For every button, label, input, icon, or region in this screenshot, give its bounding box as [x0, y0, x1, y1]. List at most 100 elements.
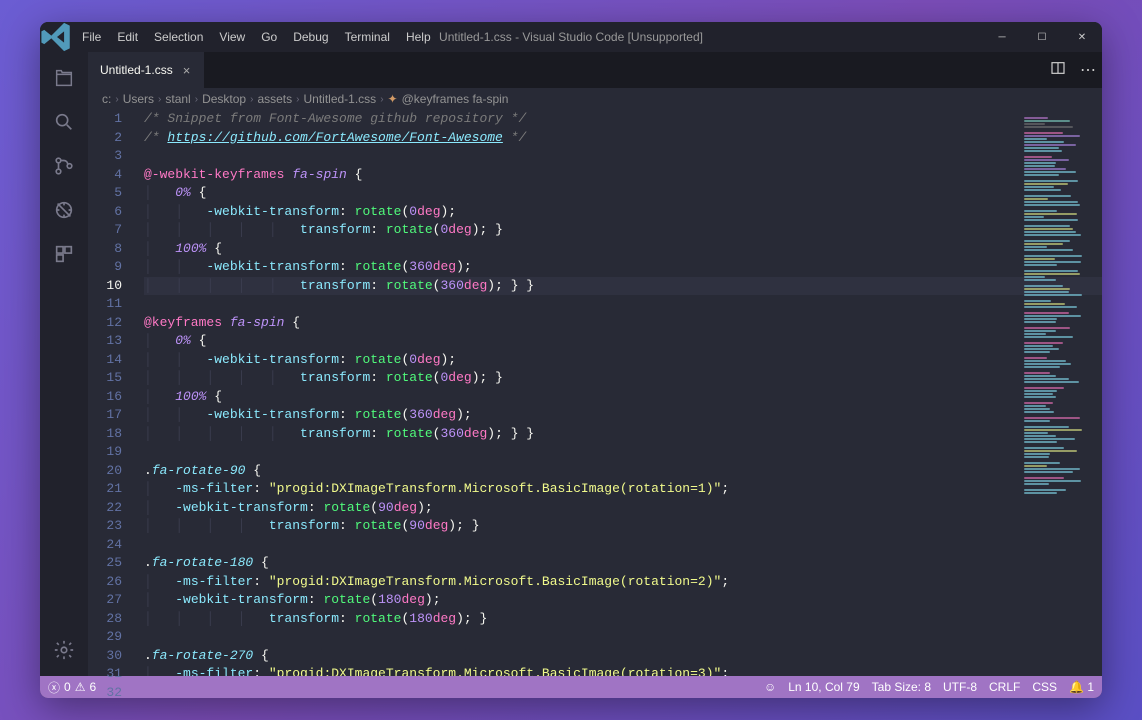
menu-debug[interactable]: Debug: [285, 30, 336, 44]
line-number: 17: [88, 406, 122, 425]
code-line[interactable]: .fa-rotate-90 {: [144, 462, 1102, 481]
tab-close-icon[interactable]: ×: [179, 63, 195, 78]
code-line[interactable]: [144, 536, 1102, 555]
editor[interactable]: 1234567891011121314151617181920212223242…: [88, 110, 1102, 676]
line-number: 31: [88, 665, 122, 684]
explorer-icon[interactable]: [40, 56, 88, 100]
status-notifications-icon[interactable]: 🔔 1: [1069, 680, 1094, 694]
code-line[interactable]: │ │ │ │ transform: rotate(180deg); }: [144, 610, 1102, 629]
code-area[interactable]: /* Snippet from Font-Awesome github repo…: [144, 110, 1102, 676]
code-line[interactable]: │ -webkit-transform: rotate(90deg);: [144, 499, 1102, 518]
chevron-right-icon: ›: [250, 94, 253, 105]
code-line[interactable]: │ 0% {: [144, 184, 1102, 203]
vscode-logo-icon: [40, 22, 74, 54]
code-line[interactable]: │ │ -webkit-transform: rotate(360deg);: [144, 406, 1102, 425]
warning-icon: ⚠: [75, 680, 86, 694]
code-line[interactable]: │ │ │ │ transform: rotate(90deg); }: [144, 517, 1102, 536]
code-line[interactable]: @-webkit-keyframes fa-spin {: [144, 166, 1102, 185]
breadcrumb-segment[interactable]: Untitled-1.css: [303, 92, 376, 106]
line-number: 18: [88, 425, 122, 444]
menu-selection[interactable]: Selection: [146, 30, 211, 44]
line-number: 7: [88, 221, 122, 240]
menu-view[interactable]: View: [211, 30, 253, 44]
code-line[interactable]: [144, 628, 1102, 647]
line-number: 28: [88, 610, 122, 629]
status-feedback-icon[interactable]: ☺: [764, 680, 776, 694]
code-line[interactable]: .fa-rotate-180 {: [144, 554, 1102, 573]
menu-go[interactable]: Go: [253, 30, 285, 44]
line-number: 26: [88, 573, 122, 592]
line-number: 14: [88, 351, 122, 370]
breadcrumb-segment[interactable]: Desktop: [202, 92, 246, 106]
tab-label: Untitled-1.css: [100, 63, 173, 77]
line-number: 13: [88, 332, 122, 351]
line-number: 29: [88, 628, 122, 647]
line-number: 23: [88, 517, 122, 536]
status-tab-size[interactable]: Tab Size: 8: [872, 680, 931, 694]
line-number: 16: [88, 388, 122, 407]
code-line[interactable]: │ -webkit-transform: rotate(180deg);: [144, 591, 1102, 610]
code-line[interactable]: │ 100% {: [144, 240, 1102, 259]
minimize-button[interactable]: ─: [982, 22, 1022, 52]
editor-tabs: Untitled-1.css × ⋯: [88, 52, 1102, 88]
line-number: 8: [88, 240, 122, 259]
close-window-button[interactable]: ✕: [1062, 22, 1102, 52]
code-line[interactable]: │ │ │ │ │ transform: rotate(0deg); }: [144, 221, 1102, 240]
line-number: 27: [88, 591, 122, 610]
menu-edit[interactable]: Edit: [109, 30, 146, 44]
breadcrumb-segment[interactable]: Users: [123, 92, 154, 106]
code-line[interactable]: │ │ │ │ │ transform: rotate(0deg); }: [144, 369, 1102, 388]
breadcrumb-segment[interactable]: c:: [102, 92, 111, 106]
breadcrumb-segment[interactable]: assets: [257, 92, 292, 106]
more-actions-icon[interactable]: ⋯: [1080, 60, 1096, 80]
status-encoding[interactable]: UTF-8: [943, 680, 977, 694]
code-line[interactable]: │ -ms-filter: "progid:DXImageTransform.M…: [144, 665, 1102, 676]
code-line[interactable]: │ │ │ │ │ transform: rotate(360deg); } }: [144, 425, 1102, 444]
code-line[interactable]: │ │ -webkit-transform: rotate(360deg);: [144, 258, 1102, 277]
status-eol[interactable]: CRLF: [989, 680, 1020, 694]
source-control-icon[interactable]: [40, 144, 88, 188]
split-editor-icon[interactable]: [1050, 60, 1066, 81]
code-line[interactable]: /* Snippet from Font-Awesome github repo…: [144, 110, 1102, 129]
tab-untitled-css[interactable]: Untitled-1.css ×: [88, 52, 204, 88]
code-line[interactable]: [144, 147, 1102, 166]
menu-bar: FileEditSelectionViewGoDebugTerminalHelp: [74, 30, 439, 44]
menu-terminal[interactable]: Terminal: [337, 30, 398, 44]
search-icon[interactable]: [40, 100, 88, 144]
debug-icon[interactable]: [40, 188, 88, 232]
code-line[interactable]: │ 100% {: [144, 388, 1102, 407]
code-line[interactable]: │ 0% {: [144, 332, 1102, 351]
code-line[interactable]: [144, 295, 1102, 314]
status-cursor-position[interactable]: Ln 10, Col 79: [788, 680, 859, 694]
line-number: 25: [88, 554, 122, 573]
line-number: 24: [88, 536, 122, 555]
status-language[interactable]: CSS: [1032, 680, 1057, 694]
code-line[interactable]: │ -ms-filter: "progid:DXImageTransform.M…: [144, 573, 1102, 592]
code-line[interactable]: │ │ -webkit-transform: rotate(0deg);: [144, 351, 1102, 370]
line-number: 2: [88, 129, 122, 148]
code-line[interactable]: [144, 443, 1102, 462]
activity-bar: [40, 52, 88, 676]
symbol-icon: ✦: [388, 92, 398, 106]
line-number: 32: [88, 684, 122, 699]
minimap[interactable]: [1020, 116, 1090, 670]
extensions-icon[interactable]: [40, 232, 88, 276]
chevron-right-icon: ›: [115, 94, 118, 105]
breadcrumb[interactable]: c:›Users›stanl›Desktop›assets›Untitled-1…: [88, 88, 1102, 110]
menu-file[interactable]: File: [74, 30, 109, 44]
line-number: 5: [88, 184, 122, 203]
chevron-right-icon: ›: [296, 94, 299, 105]
code-line[interactable]: .fa-rotate-270 {: [144, 647, 1102, 666]
code-line[interactable]: │ │ -webkit-transform: rotate(0deg);: [144, 203, 1102, 222]
code-line[interactable]: │ -ms-filter: "progid:DXImageTransform.M…: [144, 480, 1102, 499]
chevron-right-icon: ›: [158, 94, 161, 105]
code-line[interactable]: @keyframes fa-spin {: [144, 314, 1102, 333]
settings-gear-icon[interactable]: [40, 628, 88, 672]
code-line[interactable]: │ │ │ │ │ transform: rotate(360deg); } }: [144, 277, 1102, 296]
breadcrumb-segment[interactable]: stanl: [165, 92, 190, 106]
line-number: 21: [88, 480, 122, 499]
breadcrumb-segment[interactable]: @keyframes fa-spin: [402, 92, 509, 106]
maximize-button[interactable]: ☐: [1022, 22, 1062, 52]
menu-help[interactable]: Help: [398, 30, 439, 44]
code-line[interactable]: /* https://github.com/FortAwesome/Font-A…: [144, 129, 1102, 148]
